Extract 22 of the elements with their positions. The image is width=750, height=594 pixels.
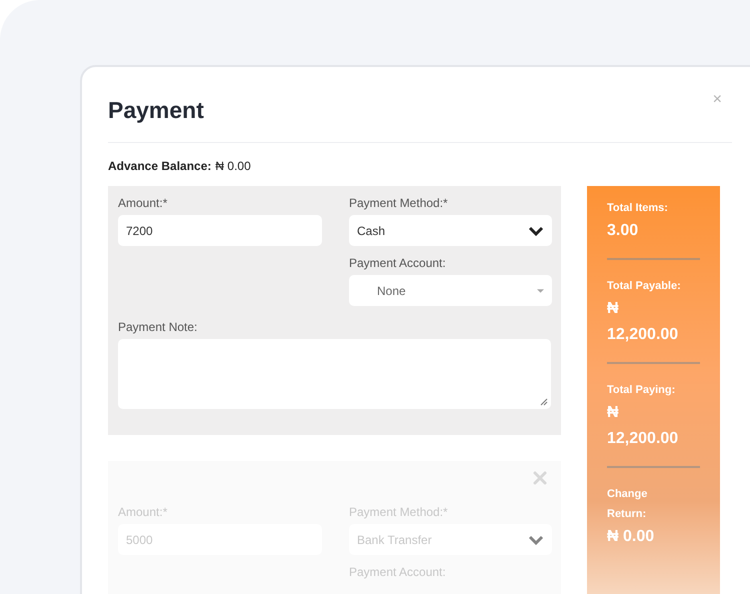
payment-account-select[interactable]: None: [349, 275, 552, 306]
amount-label: Amount:*: [118, 196, 168, 210]
advance-balance-value: ₦ 0.00: [215, 159, 251, 173]
summary-label: Total Items:: [607, 201, 669, 216]
modal-title: Payment: [108, 97, 204, 124]
summary-label: Total Paying:: [607, 383, 676, 398]
payment-method-select[interactable]: Cash: [349, 215, 552, 246]
payment-account-label: Payment Account:: [349, 256, 446, 270]
summary-value: ₦ 0.00: [607, 527, 656, 547]
summary-value: ₦ 12,200.00: [607, 299, 680, 345]
advance-balance-label: Advance Balance:: [108, 159, 212, 173]
caret-icon[interactable]: [537, 288, 544, 292]
resize-handle-icon[interactable]: [538, 396, 548, 406]
summary-value: 3.00: [607, 221, 640, 241]
payment-note-field[interactable]: [118, 339, 551, 409]
summary-label: Total Payable:: [607, 279, 682, 294]
amount-field[interactable]: 7200: [118, 215, 322, 246]
summary-value: ₦ 12,200.00: [607, 403, 680, 449]
payment-note-label: Payment Note:: [118, 320, 198, 334]
summary-label: Change Return:: [607, 487, 648, 522]
payment-method-label: Payment Method:*: [349, 196, 448, 210]
chevron-down-icon[interactable]: [528, 226, 544, 236]
